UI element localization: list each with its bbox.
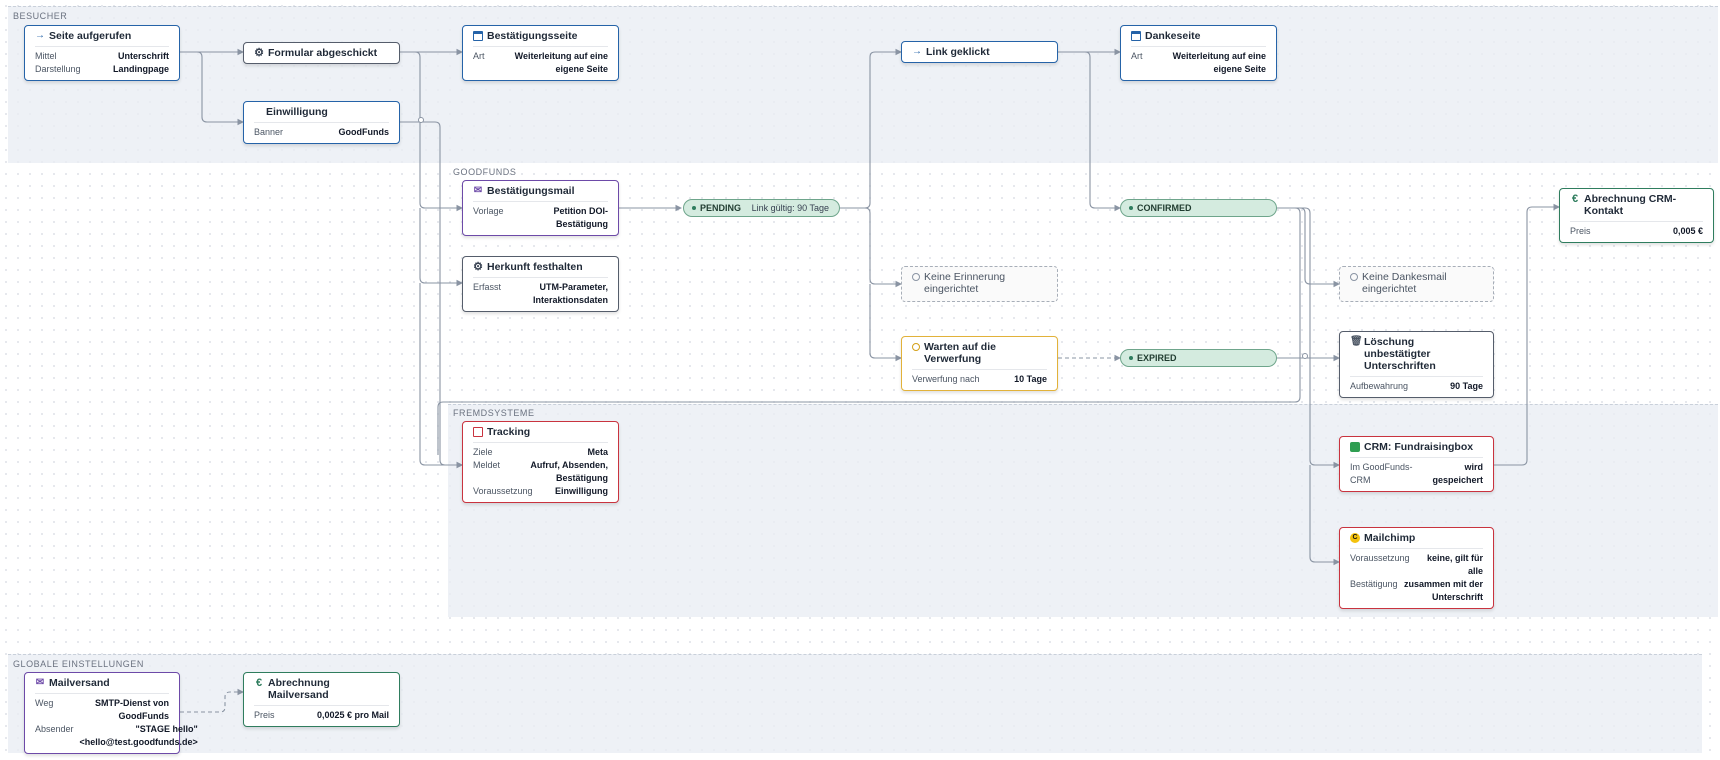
node-crm-fundraisingbox[interactable]: CRM: Fundraisingbox Im GoodFunds-CRM wird…: [1339, 436, 1494, 492]
node-bestaetigungsseite[interactable]: Bestätigungsseite Art Weiterleitung auf e…: [462, 25, 619, 81]
edge-confirmed-keine-dankesmail: [1277, 207, 1341, 288]
row-key: Darstellung: [35, 64, 81, 74]
node-tracking[interactable]: Tracking Ziele Meta Meldet Aufruf, Absende…: [462, 421, 619, 503]
row-value: 0,005 €: [1672, 226, 1703, 236]
row-value: GoodFunds: [338, 127, 390, 137]
euro-icon: €: [1571, 193, 1579, 205]
row-value: Aufruf, Absenden, Bestätigung: [530, 460, 608, 483]
row-key: Meldet: [473, 460, 501, 470]
clock-icon: [912, 343, 920, 351]
node-link-geklickt[interactable]: → Link geklickt: [901, 41, 1058, 63]
row-value: "STAGE hello" <hello@test.goodfunds.de>: [79, 724, 198, 747]
edge-mailversand-abrechnung: [180, 688, 245, 713]
edge-seite-einwilligung: [180, 51, 245, 126]
mailchimp-icon: C: [1350, 533, 1360, 543]
status-confirmed[interactable]: CONFIRMED: [1120, 199, 1277, 217]
row-key: Voraussetzung: [1350, 553, 1410, 563]
row-key: Art: [1131, 51, 1143, 61]
node-seite-aufgerufen[interactable]: → Seite aufgerufen Mittel Unterschrift Dar…: [24, 25, 180, 81]
edge-confirmed-crm: [1277, 207, 1341, 469]
edge-confirmed-tracking: [437, 207, 1301, 455]
row-key: Erfasst: [473, 282, 502, 292]
row-value: Weiterleitung auf eine eigene Seite: [1172, 51, 1266, 74]
row-value: Landingpage: [113, 64, 169, 74]
status-dot: [1129, 356, 1133, 360]
row-value: wird gespeichert: [1432, 462, 1483, 485]
node-einwilligung[interactable]: Einwilligung Banner GoodFunds: [243, 101, 400, 144]
row-value: 0,0025 € pro Mail: [316, 710, 389, 720]
node-dankeseite[interactable]: Dankeseite Art Weiterleitung auf eine eig…: [1120, 25, 1277, 81]
node-abrechnung-mailversand[interactable]: € Abrechnung Mailversand Preis 0,0025 € pr…: [243, 672, 400, 727]
row-key: Aufbewahrung: [1350, 381, 1409, 391]
row-value: Weiterleitung auf eine eigene Seite: [514, 51, 608, 74]
row-key: Art: [473, 51, 485, 61]
clock-icon: [1350, 273, 1358, 281]
row-value: Unterschrift: [117, 51, 169, 61]
row-key: Ziele: [473, 447, 493, 457]
edge-formular-herkunft: [419, 208, 464, 287]
gear-icon: ⚙: [254, 47, 264, 59]
node-mailchimp[interactable]: C Mailchimp Voraussetzung keine, gilt für …: [1339, 527, 1494, 609]
node-keine-erinnerung[interactable]: Keine Erinnerung eingerichtet: [901, 266, 1058, 302]
trash-icon: 🗑: [1350, 336, 1363, 347]
row-value: zusammen mit der Unterschrift: [1403, 579, 1483, 602]
edge-link-confirmed: [1058, 51, 1122, 212]
node-loeschung[interactable]: 🗑 Löschung unbestätigter Unterschriften A…: [1339, 331, 1494, 398]
page-icon: [473, 31, 483, 41]
edge-formular-mail: [400, 51, 464, 212]
status-expired[interactable]: EXPIRED: [1120, 349, 1277, 367]
row-key: Mittel: [35, 51, 57, 61]
node-bestaetigungsmail[interactable]: ✉ Bestätigungsmail Vorlage Petition DOI-Be…: [462, 180, 619, 236]
euro-icon: €: [255, 677, 263, 689]
row-value: keine, gilt für alle: [1426, 553, 1483, 576]
edit-icon: [473, 427, 483, 437]
edge-crm-abrechnung: [1494, 203, 1561, 466]
row-key: Verwerfung nach: [912, 374, 980, 384]
edge-junction: [1302, 353, 1308, 359]
row-key: Banner: [254, 127, 284, 137]
row-value: 10 Tage: [1014, 374, 1047, 384]
page-icon: [1131, 31, 1141, 41]
row-key: Vorlage: [473, 206, 504, 216]
enter-icon: →: [912, 46, 922, 57]
row-value: 90 Tage: [1450, 381, 1483, 391]
node-herkunft-festhalten[interactable]: ⚙ Herkunft festhalten Erfasst UTM-Paramete…: [462, 256, 619, 312]
enter-icon: →: [35, 30, 45, 41]
edge-pending-keine-erinnerung: [840, 207, 903, 288]
edge-einwilligung-tracking: [400, 121, 464, 469]
row-key: Weg: [35, 698, 54, 708]
row-value: SMTP-Dienst von GoodFunds: [94, 698, 169, 721]
row-value: Einwilligung: [555, 486, 608, 496]
node-keine-dankesmail[interactable]: Keine Dankesmail eingerichtet: [1339, 266, 1494, 302]
row-value: UTM-Parameter, Interaktionsdaten: [532, 282, 608, 305]
row-value: Petition DOI-Bestätigung: [553, 206, 609, 229]
edge-pending-warten: [869, 284, 903, 362]
node-warten-verwerfung[interactable]: Warten auf die Verwerfung Verwerfung nac…: [901, 336, 1058, 391]
row-key: Preis: [254, 710, 275, 720]
gear-icon: ⚙: [473, 261, 483, 273]
edge-formular-tracking: [419, 283, 464, 469]
mail-icon: ✉: [473, 185, 483, 196]
edge-junction: [418, 117, 424, 123]
node-abrechnung-crm[interactable]: € Abrechnung CRM-Kontakt Preis 0,005 €: [1559, 188, 1714, 243]
status-pending[interactable]: PENDING Link gültig: 90 Tage: [683, 199, 840, 217]
row-value: Meta: [587, 447, 608, 457]
row-key: Bestätigung: [1350, 579, 1398, 589]
row-key: Absender: [35, 724, 74, 734]
edge-confirmed-mailchimp: [1309, 465, 1341, 566]
row-key: Voraussetzung: [473, 486, 533, 496]
edge-pending-link: [840, 48, 903, 209]
cube-icon: [1350, 442, 1360, 452]
row-key: Preis: [1570, 226, 1591, 236]
clock-icon: [912, 273, 920, 281]
node-mailversand[interactable]: ✉ Mailversand Weg SMTP-Dienst von GoodFund…: [24, 672, 198, 754]
status-dot: [692, 206, 696, 210]
node-formular-abgeschickt[interactable]: ⚙ Formular abgeschickt: [243, 42, 400, 64]
mail-icon: ✉: [35, 677, 45, 688]
status-dot: [1129, 206, 1133, 210]
row-key: Im GoodFunds-CRM: [1350, 462, 1413, 485]
